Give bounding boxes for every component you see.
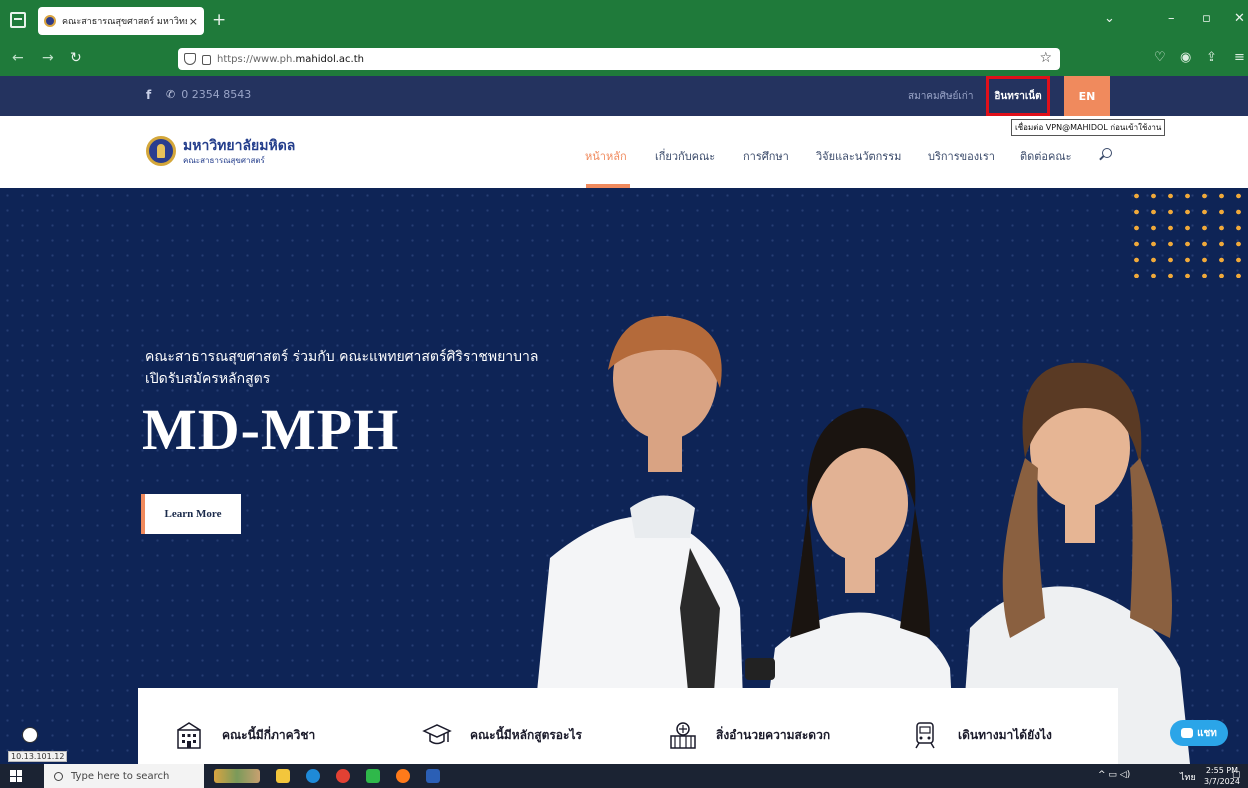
site-topbar: f ✆ 0 2354 8543 สมาคมศิษย์เก่า อินทราเน็ต… [0, 76, 1248, 116]
bookmark-star-icon[interactable]: ☆ [1039, 50, 1052, 66]
shield-icon[interactable] [184, 53, 196, 65]
reload-icon[interactable]: ↻ [70, 50, 82, 66]
university-seal-logo[interactable] [146, 136, 176, 166]
windows-taskbar: Type here to search ^ ▭ ◁) ไทย 2:55 PM 3… [0, 764, 1248, 788]
browser-toolbar: ← → ↻ https://www.ph.mahidol.ac.th ☆ ♡ ◉… [0, 42, 1248, 76]
notifications-icon[interactable]: ▢ [1232, 770, 1241, 780]
hero-banner: คณะสาธารณสุขศาสตร์ ร่วมกับ คณะแพทยศาสตร์… [0, 188, 1248, 764]
nav-home[interactable]: หน้าหลัก [585, 147, 627, 165]
browser-tab[interactable]: คณะสาธารณสุขศาสตร์ มหาวิทยาลัยมหิดล × [38, 7, 204, 35]
word-icon[interactable] [426, 769, 440, 783]
tabs-dropdown-icon[interactable]: ⌄ [1104, 11, 1115, 26]
account-icon[interactable]: ◉ [1180, 50, 1191, 65]
extensions-icon[interactable]: ⇪ [1206, 50, 1217, 65]
browser-tab-strip: คณะสาธารณสุขศาสตร์ มหาวิทยาลัยมหิดล × + … [0, 0, 1248, 42]
restore-icon[interactable]: ▫ [1202, 11, 1211, 26]
input-language[interactable]: ไทย [1180, 770, 1196, 784]
language-en-button[interactable]: EN [1064, 76, 1110, 116]
phone-contact: ✆ 0 2354 8543 [166, 88, 251, 101]
intranet-tooltip: เชื่อมต่อ VPN@MAHIDOL ก่อนเข้าใช้งาน [1011, 119, 1166, 136]
quick-link-label: เดินทางมาได้ยังไง [958, 727, 1052, 742]
back-icon[interactable]: ← [12, 50, 24, 66]
file-explorer-icon[interactable] [276, 769, 290, 783]
tab-close-icon[interactable]: × [189, 15, 198, 28]
close-window-icon[interactable]: ✕ [1234, 11, 1245, 26]
tab-title: คณะสาธารณสุขศาสตร์ มหาวิทยาลัยมหิดล [62, 17, 187, 27]
facility-icon [670, 722, 696, 749]
quick-link-facilities[interactable]: สิ่งอำนวยความสะดวก [668, 720, 830, 750]
nav-services[interactable]: บริการของเรา [928, 147, 995, 165]
hero-title: MD-MPH [142, 397, 400, 462]
quick-link-label: คณะนี้มีหลักสูตรอะไร [470, 727, 582, 742]
phone-number: 0 2354 8543 [181, 88, 252, 101]
chat-button[interactable]: แชท [1170, 720, 1228, 746]
learn-more-button[interactable]: Learn More [141, 494, 241, 534]
nav-contact[interactable]: ติดต่อคณะ [1020, 147, 1072, 165]
menu-icon[interactable]: ≡ [1234, 50, 1245, 65]
hero-subtitle-line-2: เปิดรับสมัครหลักสูตร [145, 371, 271, 387]
tab-list-icon[interactable] [10, 12, 26, 28]
building-icon [177, 722, 201, 749]
logo-faculty-name[interactable]: คณะสาธารณสุขศาสตร์ [183, 154, 265, 167]
alumni-link[interactable]: สมาคมศิษย์เก่า [908, 89, 973, 104]
edge-icon[interactable] [306, 769, 320, 783]
phone-icon: ✆ [166, 88, 176, 101]
nav-education[interactable]: การศึกษา [743, 147, 789, 165]
chrome-icon[interactable] [336, 769, 350, 783]
nav-about[interactable]: เกี่ยวกับคณะ [655, 147, 715, 165]
address-bar[interactable]: https://www.ph.mahidol.ac.th ☆ [178, 48, 1060, 70]
lock-icon[interactable] [202, 55, 211, 65]
quick-link-label: สิ่งอำนวยความสะดวก [716, 727, 831, 742]
taskbar-search-placeholder: Type here to search [71, 770, 170, 782]
windows-start-icon[interactable] [10, 770, 22, 782]
intranet-link[interactable]: อินทราเน็ต [986, 76, 1050, 116]
quick-link-directions[interactable]: เดินทางมาได้ยังไง [910, 720, 1052, 750]
quick-links-bar: คณะนี้มีกี่ภาควิชา คณะนี้มีหลักสูตรอะไร … [138, 688, 1118, 764]
nav-research[interactable]: วิจัยและนวัตกรรม [816, 147, 901, 165]
new-tab-button[interactable]: + [212, 10, 226, 30]
news-widget-icon[interactable] [214, 769, 260, 783]
hero-subtitle-line-1: คณะสาธารณสุขศาสตร์ ร่วมกับ คณะแพทยศาสตร์… [145, 349, 539, 365]
pocket-icon[interactable]: ♡ [1154, 50, 1166, 65]
quick-link-label: คณะนี้มีกี่ภาควิชา [222, 727, 316, 742]
facebook-icon[interactable]: f [146, 88, 151, 102]
quick-link-programs[interactable]: คณะนี้มีหลักสูตรอะไร [422, 720, 582, 750]
quick-link-departments[interactable]: คณะนี้มีกี่ภาควิชา [174, 720, 315, 750]
orange-dot-pattern [1128, 188, 1248, 278]
chat-bubble-icon [1181, 728, 1194, 738]
search-icon [54, 771, 63, 781]
system-tray-icons[interactable]: ^ ▭ ◁) [1098, 770, 1130, 780]
chat-label: แชท [1197, 727, 1217, 739]
train-icon [915, 722, 935, 749]
status-bar-url: 10.13.101.12 [8, 751, 68, 762]
forward-icon[interactable]: → [42, 50, 54, 66]
minimize-icon[interactable]: – [1168, 11, 1175, 26]
search-icon[interactable] [1102, 148, 1112, 158]
site-favicon-icon [44, 15, 56, 27]
taskbar-search[interactable]: Type here to search [44, 764, 204, 788]
line-icon[interactable] [366, 769, 380, 783]
graduation-cap-icon [422, 724, 452, 745]
cookie-settings-icon[interactable] [22, 727, 38, 743]
firefox-icon[interactable] [396, 769, 410, 783]
url-text: https://www.ph.mahidol.ac.th [217, 53, 364, 65]
